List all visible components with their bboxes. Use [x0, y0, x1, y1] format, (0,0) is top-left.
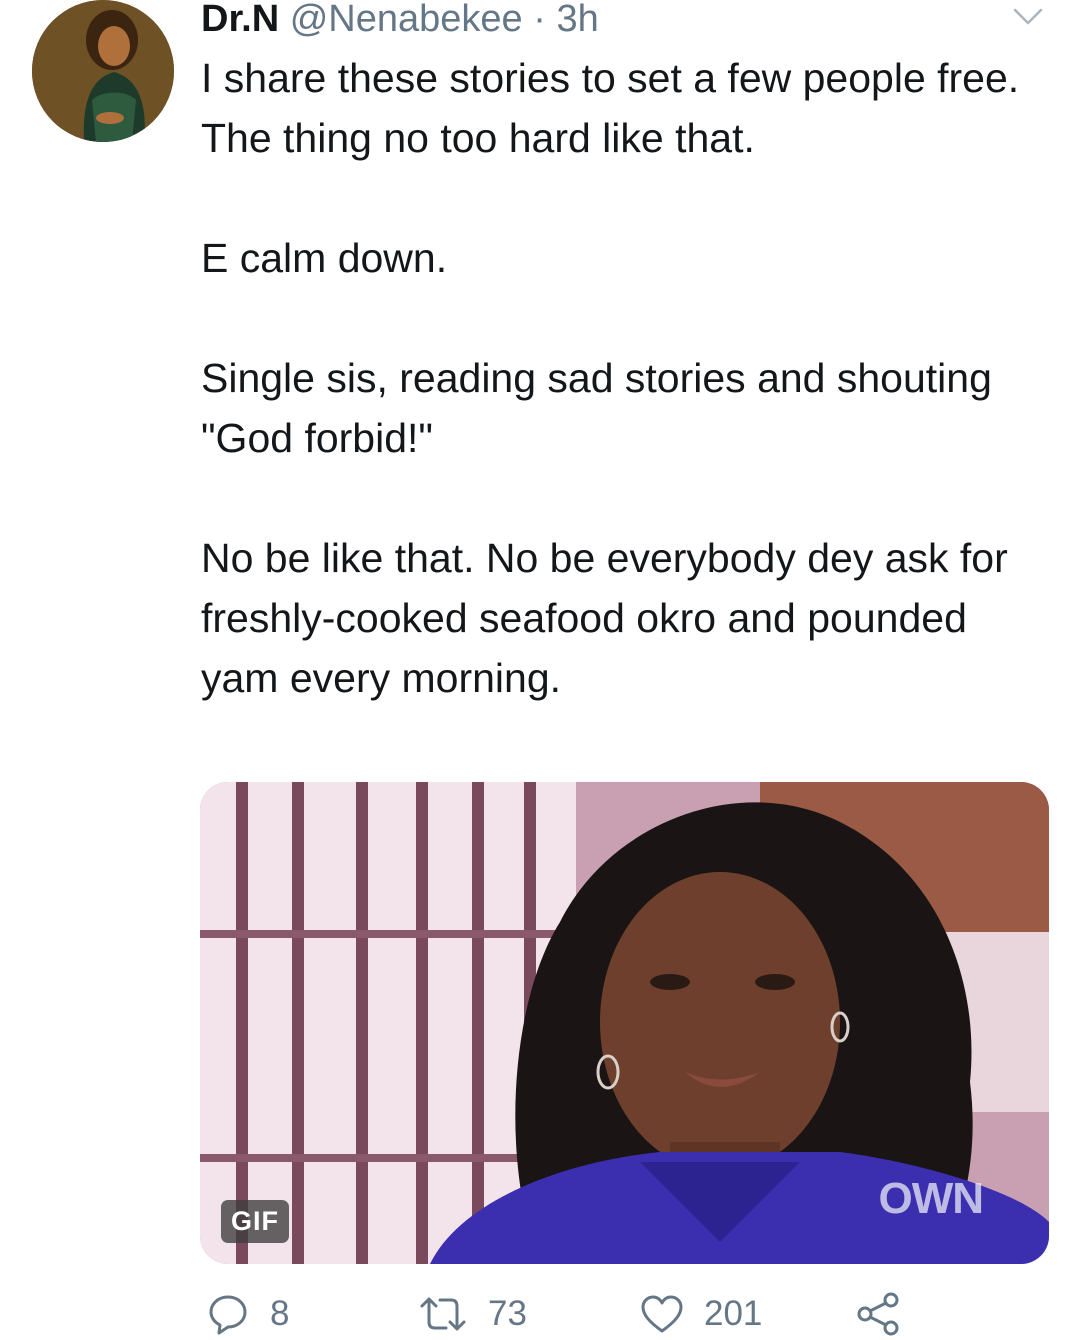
own-watermark: OWN [878, 1174, 984, 1223]
tweet-actions: 8 73 201 [200, 1290, 960, 1338]
tweet-text: I share these stories to set a few peopl… [201, 55, 1020, 701]
gif-media[interactable]: OWN GIF [200, 782, 1049, 1264]
reply-icon [209, 1295, 247, 1335]
avatar-photo [32, 0, 174, 142]
gif-badge: GIF [221, 1200, 289, 1243]
like-count: 201 [704, 1294, 763, 1333]
share-icon [857, 1292, 899, 1336]
timestamp[interactable]: 3h [556, 0, 598, 40]
chevron-down-icon[interactable] [1012, 6, 1044, 28]
author-handle[interactable]: @Nenabekee [290, 0, 523, 40]
reply-count: 8 [270, 1294, 290, 1333]
tweet-header: Dr.N @Nenabekee · 3h [201, 0, 599, 44]
retweet-icon [420, 1297, 466, 1331]
like-button[interactable]: 201 [640, 1290, 762, 1338]
reply-button[interactable]: 8 [206, 1290, 289, 1338]
retweet-button[interactable]: 73 [418, 1290, 527, 1338]
retweet-count: 73 [488, 1294, 527, 1333]
heart-icon [641, 1295, 683, 1333]
author-name[interactable]: Dr.N [201, 0, 279, 40]
separator: · [533, 0, 546, 40]
share-button[interactable] [855, 1290, 901, 1338]
avatar[interactable] [32, 0, 174, 142]
